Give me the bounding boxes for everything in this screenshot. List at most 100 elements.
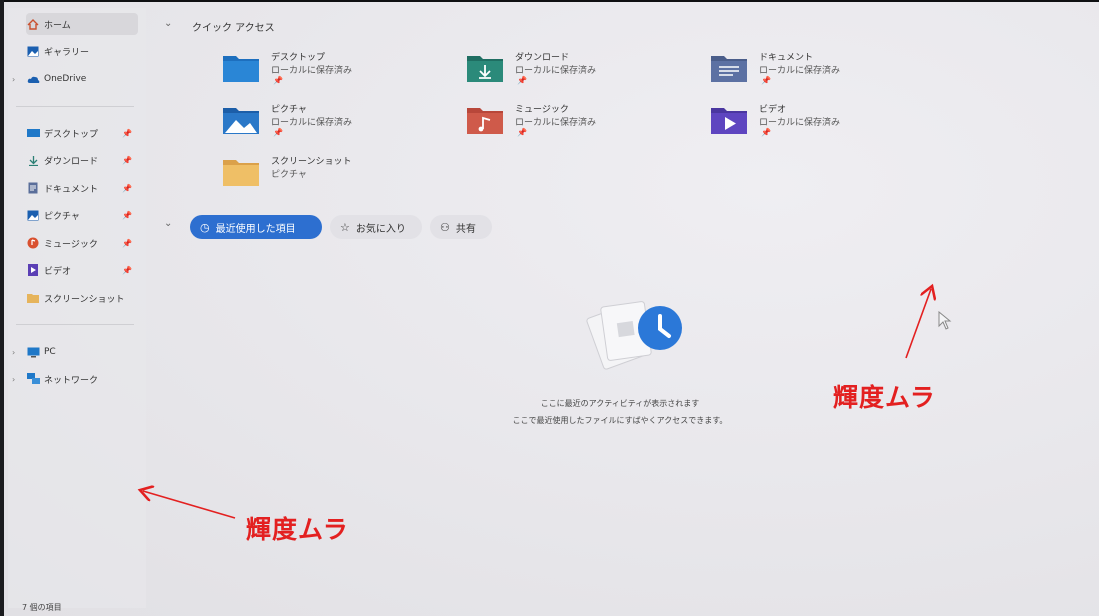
item-name: ビデオ bbox=[759, 105, 787, 115]
item-name: ミュージック bbox=[515, 105, 569, 115]
pin-icon: 📌 bbox=[273, 128, 283, 137]
music-folder-icon bbox=[467, 108, 503, 134]
pin-icon: 📌 bbox=[517, 76, 527, 85]
item-name: スクリーンショット bbox=[271, 157, 352, 167]
sidebar-item-label: ホーム bbox=[44, 20, 71, 31]
sidebar-item-label: デスクトップ bbox=[44, 129, 99, 140]
sidebar-item-gallery[interactable]: ギャラリー bbox=[26, 40, 138, 62]
item-location: ローカルに保存済み bbox=[759, 118, 841, 128]
sidebar-item-label: ミュージック bbox=[44, 239, 98, 250]
download-icon bbox=[26, 154, 40, 166]
status-bar-item-count: 7 個の項目 bbox=[22, 603, 62, 612]
empty-state-description: ここで最近使用したファイルにすばやくアクセスできます。 bbox=[512, 416, 728, 425]
sidebar-item-home[interactable]: ホーム bbox=[26, 13, 138, 35]
sidebar-item-network[interactable]: › ネットワーク bbox=[10, 368, 138, 390]
chevron-down-icon[interactable]: ⌄ bbox=[164, 18, 172, 29]
download-folder-icon bbox=[467, 56, 503, 82]
document-icon bbox=[26, 182, 40, 194]
pin-icon: 📌 bbox=[761, 128, 771, 137]
chevron-right-icon[interactable]: › bbox=[12, 348, 15, 357]
annotation-label-left: 輝度ムラ bbox=[246, 515, 349, 544]
item-location: ローカルに保存済み bbox=[515, 118, 597, 128]
annotation-label-right: 輝度ムラ bbox=[833, 383, 936, 412]
folder-icon bbox=[26, 292, 40, 304]
sidebar-item-label: ビデオ bbox=[44, 266, 72, 277]
quick-access-item-screenshots[interactable]: スクリーンショット ピクチャ bbox=[223, 154, 443, 198]
sidebar-divider bbox=[16, 324, 134, 325]
sidebar-item-label: ピクチャ bbox=[44, 211, 80, 222]
sidebar-item-documents[interactable]: ドキュメント 📌 bbox=[26, 177, 138, 199]
tab-label: お気に入り bbox=[355, 223, 406, 235]
item-name: ドキュメント bbox=[759, 53, 814, 63]
tab-favorites[interactable]: ☆ お気に入り bbox=[330, 215, 422, 239]
pin-icon: 📌 bbox=[517, 128, 527, 137]
sidebar-item-label: ネットワーク bbox=[44, 375, 99, 386]
home-icon bbox=[26, 18, 40, 30]
quick-access-item-documents[interactable]: ドキュメント ローカルに保存済み 📌 bbox=[711, 50, 931, 94]
sidebar-item-label: OneDrive bbox=[44, 74, 87, 84]
item-name: ピクチャ bbox=[271, 105, 307, 115]
sidebar-item-pc[interactable]: › PC bbox=[10, 341, 138, 363]
tab-shared[interactable]: ⚇ 共有 bbox=[430, 215, 492, 239]
item-name: ダウンロード bbox=[515, 53, 570, 63]
sidebar-item-videos[interactable]: ビデオ 📌 bbox=[26, 259, 138, 281]
item-location: ローカルに保存済み bbox=[271, 118, 353, 128]
pin-icon[interactable]: 📌 bbox=[122, 129, 132, 138]
quick-access-item-videos[interactable]: ビデオ ローカルに保存済み 📌 bbox=[711, 102, 931, 146]
star-icon: ☆ bbox=[340, 220, 350, 234]
tab-recent[interactable]: ◷ 最近使用した項目 bbox=[190, 215, 322, 239]
folder-icon bbox=[223, 160, 259, 186]
quick-access-item-pictures[interactable]: ピクチャ ローカルに保存済み 📌 bbox=[223, 102, 443, 146]
chevron-right-icon[interactable]: › bbox=[12, 75, 15, 84]
tab-label: 最近使用した項目 bbox=[215, 223, 296, 235]
pin-icon[interactable]: 📌 bbox=[122, 156, 132, 165]
item-location: ローカルに保存済み bbox=[271, 66, 353, 76]
sidebar-item-onedrive[interactable]: › OneDrive bbox=[10, 68, 138, 90]
pin-icon[interactable]: 📌 bbox=[122, 184, 132, 193]
chevron-right-icon[interactable]: › bbox=[12, 375, 15, 384]
empty-state-title: ここに最近のアクティビティが表示されます bbox=[540, 399, 700, 408]
mouse-cursor-icon bbox=[938, 311, 952, 330]
sidebar-item-label: スクリーンショット bbox=[44, 294, 125, 305]
sidebar-item-label: PC bbox=[44, 347, 56, 357]
quick-access-item-desktop[interactable]: デスクトップ ローカルに保存済み 📌 bbox=[223, 50, 443, 94]
desktop-folder-icon bbox=[223, 56, 259, 82]
sidebar-item-screenshots[interactable]: スクリーンショット bbox=[26, 287, 138, 309]
cloud-icon bbox=[26, 73, 40, 85]
document-folder-icon bbox=[711, 56, 747, 82]
computer-icon bbox=[26, 346, 40, 358]
people-icon: ⚇ bbox=[440, 220, 450, 234]
pin-icon[interactable]: 📌 bbox=[122, 239, 132, 248]
quick-access-item-music[interactable]: ミュージック ローカルに保存済み 📌 bbox=[467, 102, 687, 146]
sidebar-item-label: ドキュメント bbox=[44, 184, 99, 195]
sidebar-item-downloads[interactable]: ダウンロード 📌 bbox=[26, 149, 138, 171]
pin-icon[interactable]: 📌 bbox=[122, 211, 132, 220]
video-folder-icon bbox=[711, 108, 747, 134]
sidebar-divider bbox=[16, 106, 134, 107]
sidebar-item-label: ダウンロード bbox=[44, 156, 99, 167]
pin-icon: 📌 bbox=[761, 76, 771, 85]
pin-icon[interactable]: 📌 bbox=[122, 266, 132, 275]
pictures-icon bbox=[26, 209, 40, 221]
explorer-window: ホーム ギャラリー › OneDrive デスクトップ 📌 ダウンロード 📌 ド… bbox=[0, 2, 1099, 616]
clock-icon: ◷ bbox=[200, 220, 210, 234]
item-location: ピクチャ bbox=[271, 170, 307, 180]
sidebar-item-pictures[interactable]: ピクチャ 📌 bbox=[26, 204, 138, 226]
pin-icon: 📌 bbox=[273, 76, 283, 85]
desktop-icon bbox=[26, 127, 40, 139]
quick-access-item-downloads[interactable]: ダウンロード ローカルに保存済み 📌 bbox=[467, 50, 687, 94]
sidebar-item-desktop[interactable]: デスクトップ 📌 bbox=[26, 122, 138, 144]
tab-label: 共有 bbox=[455, 223, 476, 235]
monitor-bezel bbox=[0, 0, 4, 616]
chevron-down-icon[interactable]: ⌄ bbox=[164, 218, 172, 229]
item-name: デスクトップ bbox=[271, 53, 326, 63]
network-icon bbox=[26, 373, 40, 385]
sidebar-item-label: ギャラリー bbox=[44, 47, 90, 58]
music-icon bbox=[26, 237, 40, 249]
gallery-icon bbox=[26, 45, 40, 57]
quick-access-title: クイック アクセス bbox=[192, 23, 275, 34]
item-location: ローカルに保存済み bbox=[515, 66, 597, 76]
item-location: ローカルに保存済み bbox=[759, 66, 841, 76]
sidebar-item-music[interactable]: ミュージック 📌 bbox=[26, 232, 138, 254]
video-icon bbox=[26, 264, 40, 276]
